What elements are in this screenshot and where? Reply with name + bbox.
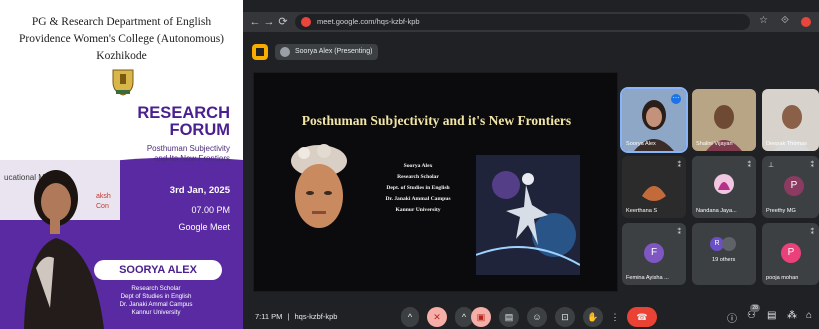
- captions-icon: ▤: [504, 312, 514, 322]
- speaker-name: SOORYA ALEX: [94, 260, 222, 280]
- forum-title: RESEARCH FORUM: [137, 104, 230, 139]
- organizer-text: PG & Research Department of English Prov…: [0, 14, 243, 65]
- others-tile[interactable]: R 19 others: [692, 223, 756, 285]
- org-line-2: Providence Women's College (Autonomous): [18, 33, 225, 45]
- mic-muted-icon: ⁑: [677, 162, 682, 169]
- participant-name: Keerthana S: [626, 208, 658, 214]
- mic-muted-icon: ⁑: [747, 162, 752, 169]
- camera-off-icon: ▣: [476, 312, 486, 322]
- emoji-icon: ☺: [532, 312, 542, 322]
- participant-tile[interactable]: Shalini Vijayan: [692, 89, 756, 151]
- info-icon[interactable]: ⓘ: [727, 310, 737, 325]
- participant-name: Shalini Vijayan: [696, 141, 733, 147]
- people-count-badge: 28: [750, 304, 760, 312]
- org-line-3: Kozhikode: [96, 50, 147, 62]
- captions-button[interactable]: ▤: [499, 307, 519, 327]
- profile-avatar[interactable]: [801, 17, 811, 27]
- org-line-1: PG & Research Department of English: [31, 16, 212, 28]
- college-emblem-icon: [112, 69, 134, 96]
- back-icon[interactable]: ←: [249, 15, 261, 29]
- bookmark-star-icon[interactable]: ☆: [759, 15, 768, 26]
- site-info-icon[interactable]: [301, 17, 311, 27]
- posthuman-face-image: [291, 144, 347, 228]
- participant-name: Femina Ayisha ...: [626, 275, 669, 281]
- meet-header: Soorya Alex (Presenting): [243, 40, 819, 64]
- participant-tile[interactable]: ⋯ Soorya Alex: [620, 87, 688, 153]
- more-vert-icon: ⋮: [610, 312, 620, 322]
- presenting-chip[interactable]: Soorya Alex (Presenting): [275, 44, 379, 60]
- event-venue: Google Meet: [178, 222, 230, 232]
- more-options-icon[interactable]: ⋯: [671, 94, 681, 104]
- leave-call-button[interactable]: ☎: [627, 307, 657, 327]
- audio-options-button[interactable]: ^: [401, 307, 419, 327]
- meet-logo-icon: [252, 44, 268, 60]
- reactions-button[interactable]: ☺: [527, 307, 547, 327]
- participant-tile[interactable]: ⁑ P pooja mohan: [762, 223, 819, 285]
- avatar: P: [781, 243, 801, 263]
- browser-window: ← → ⟳ meet.google.com/hqs-kzbf-kpb ☆ ⟐ S…: [243, 0, 819, 329]
- end-call-icon: ☎: [636, 312, 648, 322]
- mic-muted-icon: ⁑: [810, 229, 815, 236]
- raise-hand-button[interactable]: ✋: [583, 307, 603, 327]
- participant-tile[interactable]: ⁑ ⊥ P Preethy MG: [762, 156, 819, 218]
- participant-name: pooja mohan: [766, 275, 799, 281]
- forward-icon[interactable]: →: [263, 15, 275, 29]
- slide-title: Posthuman Subjectivity and it's New Fron…: [301, 113, 572, 128]
- participant-name: Preethy MG: [766, 208, 796, 214]
- lock-icon[interactable]: ⌂: [806, 310, 812, 321]
- avatar: P: [784, 176, 804, 196]
- participant-tile[interactable]: ⁑ Keerthana S: [622, 156, 686, 218]
- mic-toggle-button[interactable]: ✕: [427, 307, 447, 327]
- browser-toolbar: ← → ⟳ meet.google.com/hqs-kzbf-kpb ☆ ⟐: [243, 12, 819, 32]
- event-time: 07.00 PM: [191, 205, 230, 215]
- chat-icon[interactable]: ▤: [767, 310, 776, 321]
- participant-name: Soorya Alex: [626, 141, 656, 147]
- slide-presenter-info: Soorya Alex Research Scholar Dept. of St…: [385, 163, 451, 213]
- event-poster: PG & Research Department of English Prov…: [0, 0, 243, 329]
- participant-name: Deepak Thomas: [766, 141, 807, 147]
- cosmic-figure-image: [476, 155, 580, 275]
- present-screen-icon: ⊡: [561, 312, 569, 322]
- presenting-label: Soorya Alex (Presenting): [295, 48, 373, 55]
- avatar: F: [644, 243, 664, 263]
- hand-icon: ✋: [587, 312, 599, 322]
- camera-toggle-button[interactable]: ▣: [471, 307, 491, 327]
- participant-tile[interactable]: ⁑ F Femina Ayisha ...: [622, 223, 686, 285]
- mic-muted-icon: ⁑: [677, 229, 682, 236]
- address-bar[interactable]: meet.google.com/hqs-kzbf-kpb: [295, 14, 750, 30]
- meeting-code: hqs-kzbf-kpb: [294, 312, 338, 321]
- url-text: meet.google.com/hqs-kzbf-kpb: [317, 17, 420, 26]
- presenter-avatar-icon: [280, 47, 290, 57]
- mic-off-icon: ✕: [433, 312, 441, 322]
- meeting-time: 7:11 PM | hqs-kzbf-kpb: [255, 312, 338, 321]
- forum-subtitle: Posthuman Subjectivity and Its New Front…: [146, 144, 230, 163]
- participant-tile[interactable]: Deepak Thomas: [762, 89, 819, 151]
- pin-icon[interactable]: ⊥: [768, 161, 774, 169]
- activities-icon[interactable]: ⁂: [787, 310, 797, 321]
- meeting-controls-bar: 7:11 PM | hqs-kzbf-kpb ^ ✕ ^ ▣ ▤ ☺ ⊡ ✋ ⋮…: [243, 304, 819, 329]
- extensions-icon[interactable]: ⟐: [781, 15, 789, 26]
- mic-muted-icon: ⁑: [810, 162, 815, 169]
- more-options-button[interactable]: ⋮: [609, 307, 621, 327]
- reload-icon[interactable]: ⟳: [277, 15, 289, 29]
- shared-slide: Posthuman Subjectivity and it's New Fron…: [253, 72, 618, 292]
- participant-name: Nandana Jaya...: [696, 208, 737, 214]
- speaker-details: Research Scholar Dept of Studies in Engl…: [119, 285, 193, 316]
- people-button[interactable]: ⚇ 28: [747, 304, 760, 321]
- participant-tile[interactable]: ⁑ Nandana Jaya...: [692, 156, 756, 218]
- others-count: 19 others: [712, 257, 736, 263]
- present-button[interactable]: ⊡: [555, 307, 575, 327]
- event-date: 3rd Jan, 2025: [169, 185, 230, 196]
- avatar-stack: [722, 237, 736, 251]
